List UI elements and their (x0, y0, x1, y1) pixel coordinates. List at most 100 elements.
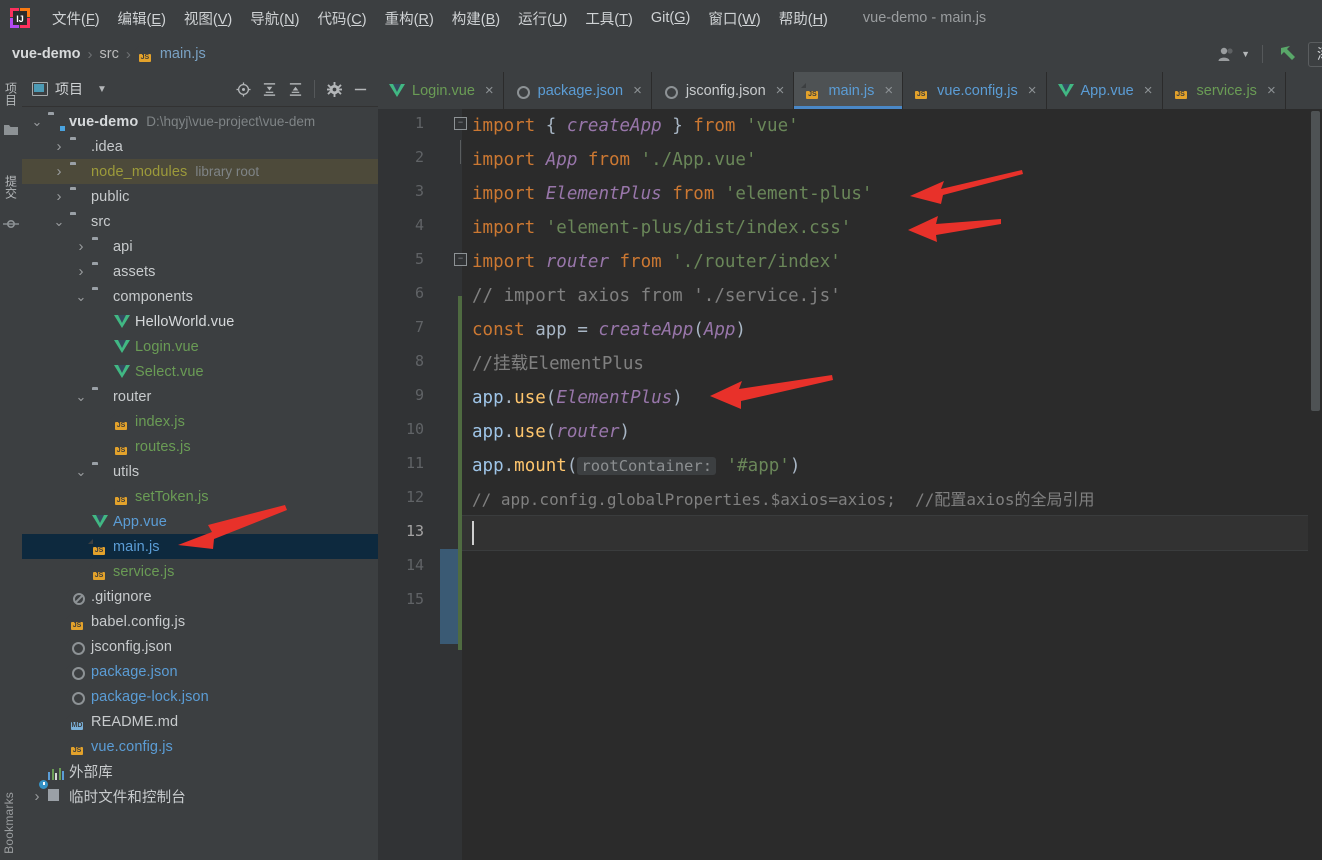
tool-window-button-bookmarks[interactable]: Bookmarks (2, 792, 16, 854)
tree-row[interactable]: › .idea (22, 134, 378, 159)
breadcrumb-file[interactable]: main.js (160, 46, 206, 62)
project-pane-toolbar (231, 77, 378, 101)
chevron-right-icon[interactable]: › (30, 788, 44, 805)
tree-row[interactable]: ›package-lock.json (22, 684, 378, 709)
tool-window-button-commit[interactable]: 提交 (0, 162, 22, 212)
editor-tab[interactable]: App.vue × (1047, 72, 1163, 109)
gear-icon[interactable] (322, 77, 346, 101)
project-pane-title-group[interactable]: 项目 ▼ (32, 79, 107, 99)
locate-icon[interactable] (231, 77, 255, 101)
tree-row[interactable]: ›JSroutes.js (22, 434, 378, 459)
tree-row[interactable]: › node_modules library root (22, 159, 378, 184)
menu-run[interactable]: 运行(U) (509, 5, 576, 32)
chevron-down-icon[interactable]: ▼ (97, 84, 107, 95)
expand-all-icon[interactable] (257, 77, 281, 101)
menu-tools[interactable]: 工具(T) (576, 5, 642, 32)
json-file-icon (663, 83, 679, 99)
tree-row[interactable]: › api (22, 234, 378, 259)
tree-row[interactable]: ⌄ router (22, 384, 378, 409)
tree-row[interactable]: ›外部库 (22, 759, 378, 784)
hide-window-icon[interactable] (348, 77, 372, 101)
chevron-down-icon[interactable]: ⌄ (74, 290, 88, 303)
tree-row[interactable]: ›jsconfig.json (22, 634, 378, 659)
close-tab-icon[interactable]: × (1267, 82, 1276, 99)
tree-row[interactable]: ›JSsetToken.js (22, 484, 378, 509)
close-tab-icon[interactable]: × (776, 82, 785, 99)
editor-tab[interactable]: JS main.js × (794, 72, 904, 109)
add-configuration-button[interactable]: 添 (1308, 41, 1322, 67)
menu-file[interactable]: 文件(F) (43, 5, 109, 32)
chevron-right-icon[interactable]: › (52, 163, 66, 180)
tree-row[interactable]: ›JSbabel.config.js (22, 609, 378, 634)
menu-help[interactable]: 帮助(H) (770, 5, 837, 32)
editor-tab[interactable]: Login.vue × (378, 72, 504, 109)
tree-row[interactable]: ›JSvue.config.js (22, 734, 378, 759)
tree-row[interactable]: ⌄ components (22, 284, 378, 309)
code-token: router (545, 252, 609, 272)
tree-row[interactable]: › 临时文件和控制台 (22, 779, 378, 809)
chevron-down-icon[interactable]: ⌄ (30, 115, 44, 128)
code-line: // app.config.globalProperties.$axios=ax… (472, 483, 1095, 517)
editor-tab[interactable]: package.json × (504, 72, 652, 109)
chevron-down-icon[interactable]: ⌄ (74, 390, 88, 403)
tree-row[interactable]: › assets (22, 259, 378, 284)
breadcrumb-folder[interactable]: src (100, 46, 119, 62)
tool-window-button-project[interactable]: 项目 (0, 72, 22, 116)
editor-tab[interactable]: jsconfig.json × (652, 72, 795, 109)
tree-row[interactable]: ›.gitignore (22, 584, 378, 609)
json-file-icon (70, 689, 86, 705)
chevron-right-icon[interactable]: › (74, 263, 88, 280)
menu-refactor[interactable]: 重构(R) (376, 5, 443, 32)
tree-row[interactable]: ⌄ src (22, 209, 378, 234)
menu-build[interactable]: 构建(B) (443, 5, 509, 32)
project-tree[interactable]: ⌄ vue-demo D:\hqyj\vue-project\vue-dem › .id… (22, 106, 378, 860)
close-tab-icon[interactable]: × (633, 82, 642, 99)
editor-tab-label: vue.config.js (937, 82, 1018, 99)
structure-icon[interactable] (0, 212, 22, 236)
editor-gutter[interactable]: 1 2 3 4 5 6 7 8 9 10 11 12 13 14 15 − − (378, 109, 467, 860)
editor-scrollbar-thumb[interactable] (1311, 111, 1320, 411)
tree-row[interactable]: ⌄ vue-demo D:\hqyj\vue-project\vue-dem (22, 109, 378, 134)
close-tab-icon[interactable]: × (1144, 82, 1153, 99)
chevron-down-icon[interactable]: ⌄ (74, 465, 88, 478)
menu-code[interactable]: 代码(C) (308, 5, 375, 32)
menu-git[interactable]: Git(G) (642, 7, 699, 29)
editor-tab[interactable]: JS vue.config.js × (903, 72, 1047, 109)
tree-row[interactable]: ›MDREADME.md (22, 709, 378, 734)
chevron-right-icon[interactable]: › (74, 238, 88, 255)
tree-row[interactable]: ›App.vue (22, 509, 378, 534)
project-pane-header: 项目 ▼ (22, 72, 378, 107)
close-tab-icon[interactable]: × (485, 82, 494, 99)
tree-row[interactable]: ›JSservice.js (22, 559, 378, 584)
collapse-all-icon[interactable] (283, 77, 307, 101)
chevron-down-icon[interactable]: ⌄ (52, 215, 66, 228)
project-tool-window: 项目 ▼ ⌄ vue-demo D:\hqyj\vue-project\vue-… (22, 72, 379, 860)
left-tool-strip: 项目 提交 Bookmarks (0, 72, 23, 860)
tree-row[interactable]: ›package.json (22, 659, 378, 684)
editor-tab[interactable]: JS service.js × (1163, 72, 1286, 109)
menu-window[interactable]: 窗口(W) (699, 5, 769, 32)
menu-edit[interactable]: 编辑(E) (109, 5, 175, 32)
user-account-button[interactable]: ▼ (1210, 36, 1257, 72)
tree-row[interactable]: › public (22, 184, 378, 209)
divider (314, 80, 315, 98)
tree-row[interactable]: ›JSindex.js (22, 409, 378, 434)
folder-icon[interactable] (0, 116, 22, 144)
close-tab-icon[interactable]: × (884, 82, 893, 99)
tree-row[interactable]: ›Select.vue (22, 359, 378, 384)
chevron-right-icon[interactable]: › (52, 188, 66, 205)
tree-row[interactable]: ›JSmain.js (22, 534, 378, 559)
line-number: 7 (414, 318, 424, 336)
menu-view[interactable]: 视图(V) (175, 5, 241, 32)
code-editor[interactable]: 1 2 3 4 5 6 7 8 9 10 11 12 13 14 15 − − import { creat… (378, 109, 1322, 860)
tree-row[interactable]: ⌄ utils (22, 459, 378, 484)
close-tab-icon[interactable]: × (1028, 82, 1037, 99)
tree-row[interactable]: ›Login.vue (22, 334, 378, 359)
tree-row[interactable]: ›HelloWorld.vue (22, 309, 378, 334)
update-project-button[interactable] (1268, 36, 1308, 72)
menu-navigate[interactable]: 导航(N) (241, 5, 308, 32)
breadcrumb-project[interactable]: vue-demo (12, 46, 81, 62)
code-content[interactable]: import { createApp } from 'vue' import Ap… (462, 109, 1322, 860)
editor-scrollbar-track[interactable] (1308, 109, 1322, 860)
chevron-right-icon[interactable]: › (52, 138, 66, 155)
